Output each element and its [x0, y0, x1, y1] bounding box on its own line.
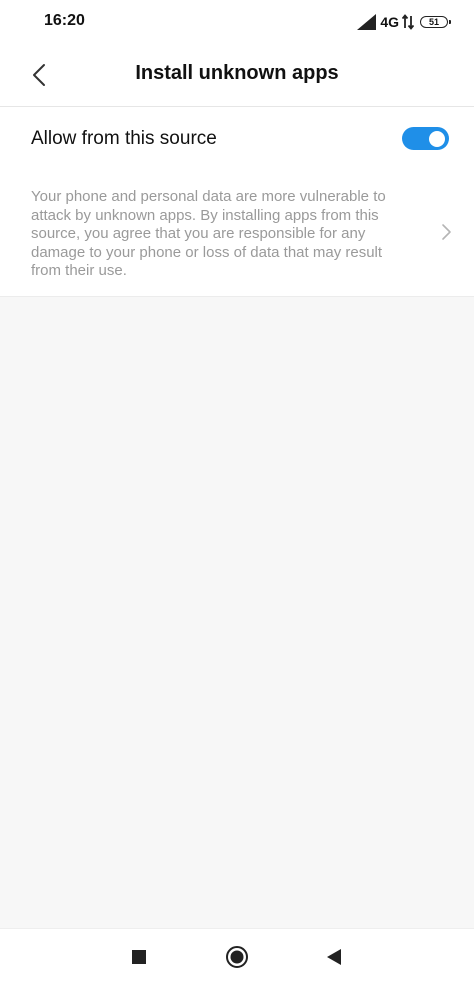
- navigation-bar: [0, 928, 474, 985]
- network-type: 4G: [380, 14, 399, 30]
- app-header: Install unknown apps: [0, 42, 474, 106]
- data-arrows-icon: [402, 14, 414, 30]
- screen: 16:20 4G 51 Install unknown apps Allow f…: [0, 0, 474, 985]
- warning-row[interactable]: Your phone and personal data are more vu…: [0, 171, 474, 296]
- home-button[interactable]: [223, 943, 251, 971]
- toggle-knob: [429, 130, 445, 147]
- status-indicators: 4G 51: [357, 12, 451, 32]
- battery-icon: 51: [420, 16, 451, 28]
- nav-back-button[interactable]: [320, 943, 348, 971]
- chevron-right-icon: [442, 224, 451, 240]
- status-time: 16:20: [44, 12, 85, 29]
- circle-home-icon: [226, 946, 248, 968]
- triangle-back-icon: [327, 949, 341, 965]
- settings-block: Allow from this source Your phone and pe…: [0, 107, 474, 296]
- empty-content-area: [0, 297, 474, 929]
- recents-button[interactable]: [125, 943, 153, 971]
- signal-icon: [357, 14, 377, 30]
- warning-text: Your phone and personal data are more vu…: [31, 188, 386, 279]
- allow-source-toggle[interactable]: [402, 127, 449, 150]
- allow-source-row[interactable]: Allow from this source: [0, 107, 474, 171]
- page-title: Install unknown apps: [135, 62, 339, 84]
- battery-level: 51: [428, 16, 439, 27]
- allow-source-label: Allow from this source: [31, 128, 217, 149]
- status-bar: 16:20 4G 51: [0, 0, 474, 42]
- square-recents-icon: [132, 950, 146, 964]
